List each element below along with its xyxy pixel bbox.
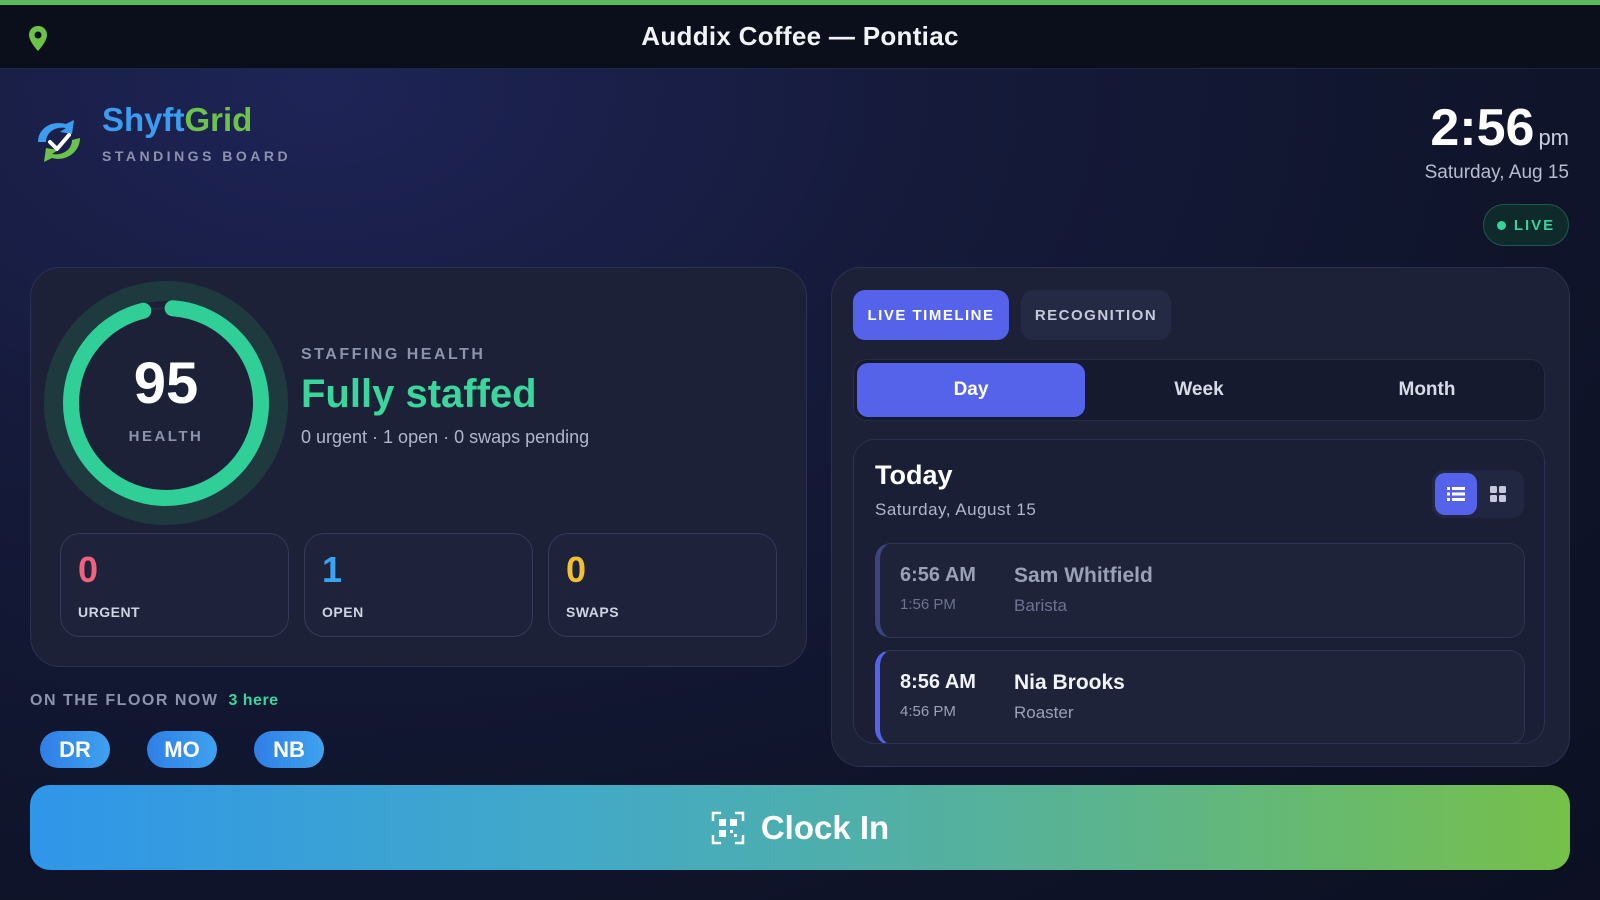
live-dot-icon xyxy=(1496,220,1506,230)
staffing-detail: 0 urgent · 1 open · 0 swaps pending xyxy=(301,427,590,447)
staffing-status: Fully staffed xyxy=(301,372,537,416)
staff-chip-dr[interactable]: DR xyxy=(40,731,110,768)
staff-chip-nb[interactable]: NB xyxy=(254,731,324,768)
staffing-health-label: STAFFING HEALTH xyxy=(301,346,486,363)
on-floor-label: ON THE FLOOR NOW 3 here xyxy=(30,692,279,709)
shift-start: 8:56 AM xyxy=(900,671,976,693)
open-count: 1 xyxy=(322,549,343,590)
urgent-label: URGENT xyxy=(78,604,141,620)
qr-code-icon xyxy=(711,811,745,844)
shyftgrid-logo-icon xyxy=(38,120,80,162)
clock: 2:56 pm Saturday, Aug 15 xyxy=(1425,98,1569,184)
timeline-tabs: LIVE TIMELINE RECOGNITION xyxy=(853,290,1183,340)
shift-end: 4:56 PM xyxy=(900,703,956,720)
view-toggle xyxy=(1432,470,1524,518)
on-floor-count: 3 here xyxy=(228,692,279,709)
tab-live-timeline[interactable]: LIVE TIMELINE xyxy=(853,290,1009,340)
today-date: Saturday, August 15 xyxy=(875,500,1037,519)
urgent-stat-card[interactable]: 0 URGENT xyxy=(60,533,289,637)
health-score-label: HEALTH xyxy=(128,428,204,445)
clock-in-label: Clock In xyxy=(760,808,890,846)
open-label: OPEN xyxy=(322,604,364,620)
range-week-button[interactable]: Week xyxy=(1085,363,1313,417)
list-icon xyxy=(1447,487,1465,501)
open-stat-card[interactable]: 1 OPEN xyxy=(304,533,533,637)
staff-chip-mo[interactable]: MO xyxy=(147,731,217,768)
shift-row[interactable]: 6:56 AM 1:56 PM Sam Whitfield Barista xyxy=(875,543,1525,638)
swaps-label: SWAPS xyxy=(566,604,620,620)
brand: ShyftGrid STANDINGS BOARD xyxy=(30,100,291,170)
today-heading: Today xyxy=(875,460,953,490)
shift-row[interactable]: 8:56 AM 4:56 PM Nia Brooks Roaster xyxy=(875,650,1525,743)
health-gauge: 95 HEALTH xyxy=(43,280,289,526)
staffing-summary: STAFFING HEALTH Fully staffed 0 urgent ·… xyxy=(301,346,589,448)
staffing-health-card: 95 HEALTH STAFFING HEALTH Fully staffed … xyxy=(30,267,807,667)
clock-date: Saturday, Aug 15 xyxy=(1424,162,1569,183)
clock-ampm: pm xyxy=(1538,125,1569,150)
tab-recognition[interactable]: RECOGNITION xyxy=(1021,290,1171,340)
brand-subtitle: STANDINGS BOARD xyxy=(102,148,292,164)
shift-start: 6:56 AM xyxy=(900,564,976,586)
list-view-button[interactable] xyxy=(1435,473,1477,515)
live-badge: LIVE xyxy=(1483,204,1569,246)
today-panel: Today Saturday, August 15 6:56 AM 1:56 P… xyxy=(853,439,1545,744)
store-title: Auddix Coffee — Pontiac xyxy=(641,21,959,51)
range-month-button[interactable]: Month xyxy=(1313,363,1541,417)
urgent-count: 0 xyxy=(78,549,99,590)
shift-role: Roaster xyxy=(1014,703,1074,722)
grid-view-button[interactable] xyxy=(1477,473,1519,515)
clock-in-button[interactable]: Clock In xyxy=(30,785,1570,870)
grid-icon xyxy=(1490,486,1506,502)
on-floor-list: DR MO NB xyxy=(40,731,361,768)
location-pin-icon xyxy=(29,26,47,51)
clock-time: 2:56 xyxy=(1430,99,1535,157)
swaps-count: 0 xyxy=(566,549,587,590)
swaps-stat-card[interactable]: 0 SWAPS xyxy=(548,533,777,637)
shift-role: Barista xyxy=(1014,596,1067,615)
title-bar: Auddix Coffee — Pontiac xyxy=(0,5,1600,69)
range-day-button[interactable]: Day xyxy=(857,363,1085,417)
shift-end: 1:56 PM xyxy=(900,596,956,613)
shift-employee-name: Sam Whitfield xyxy=(1014,564,1153,587)
shift-employee-name: Nia Brooks xyxy=(1014,671,1125,694)
brand-name: ShyftGrid xyxy=(102,101,253,138)
timeline-card: LIVE TIMELINE RECOGNITION Day Week Month… xyxy=(831,267,1570,767)
range-selector: Day Week Month xyxy=(853,359,1545,421)
health-score: 95 xyxy=(133,351,199,416)
